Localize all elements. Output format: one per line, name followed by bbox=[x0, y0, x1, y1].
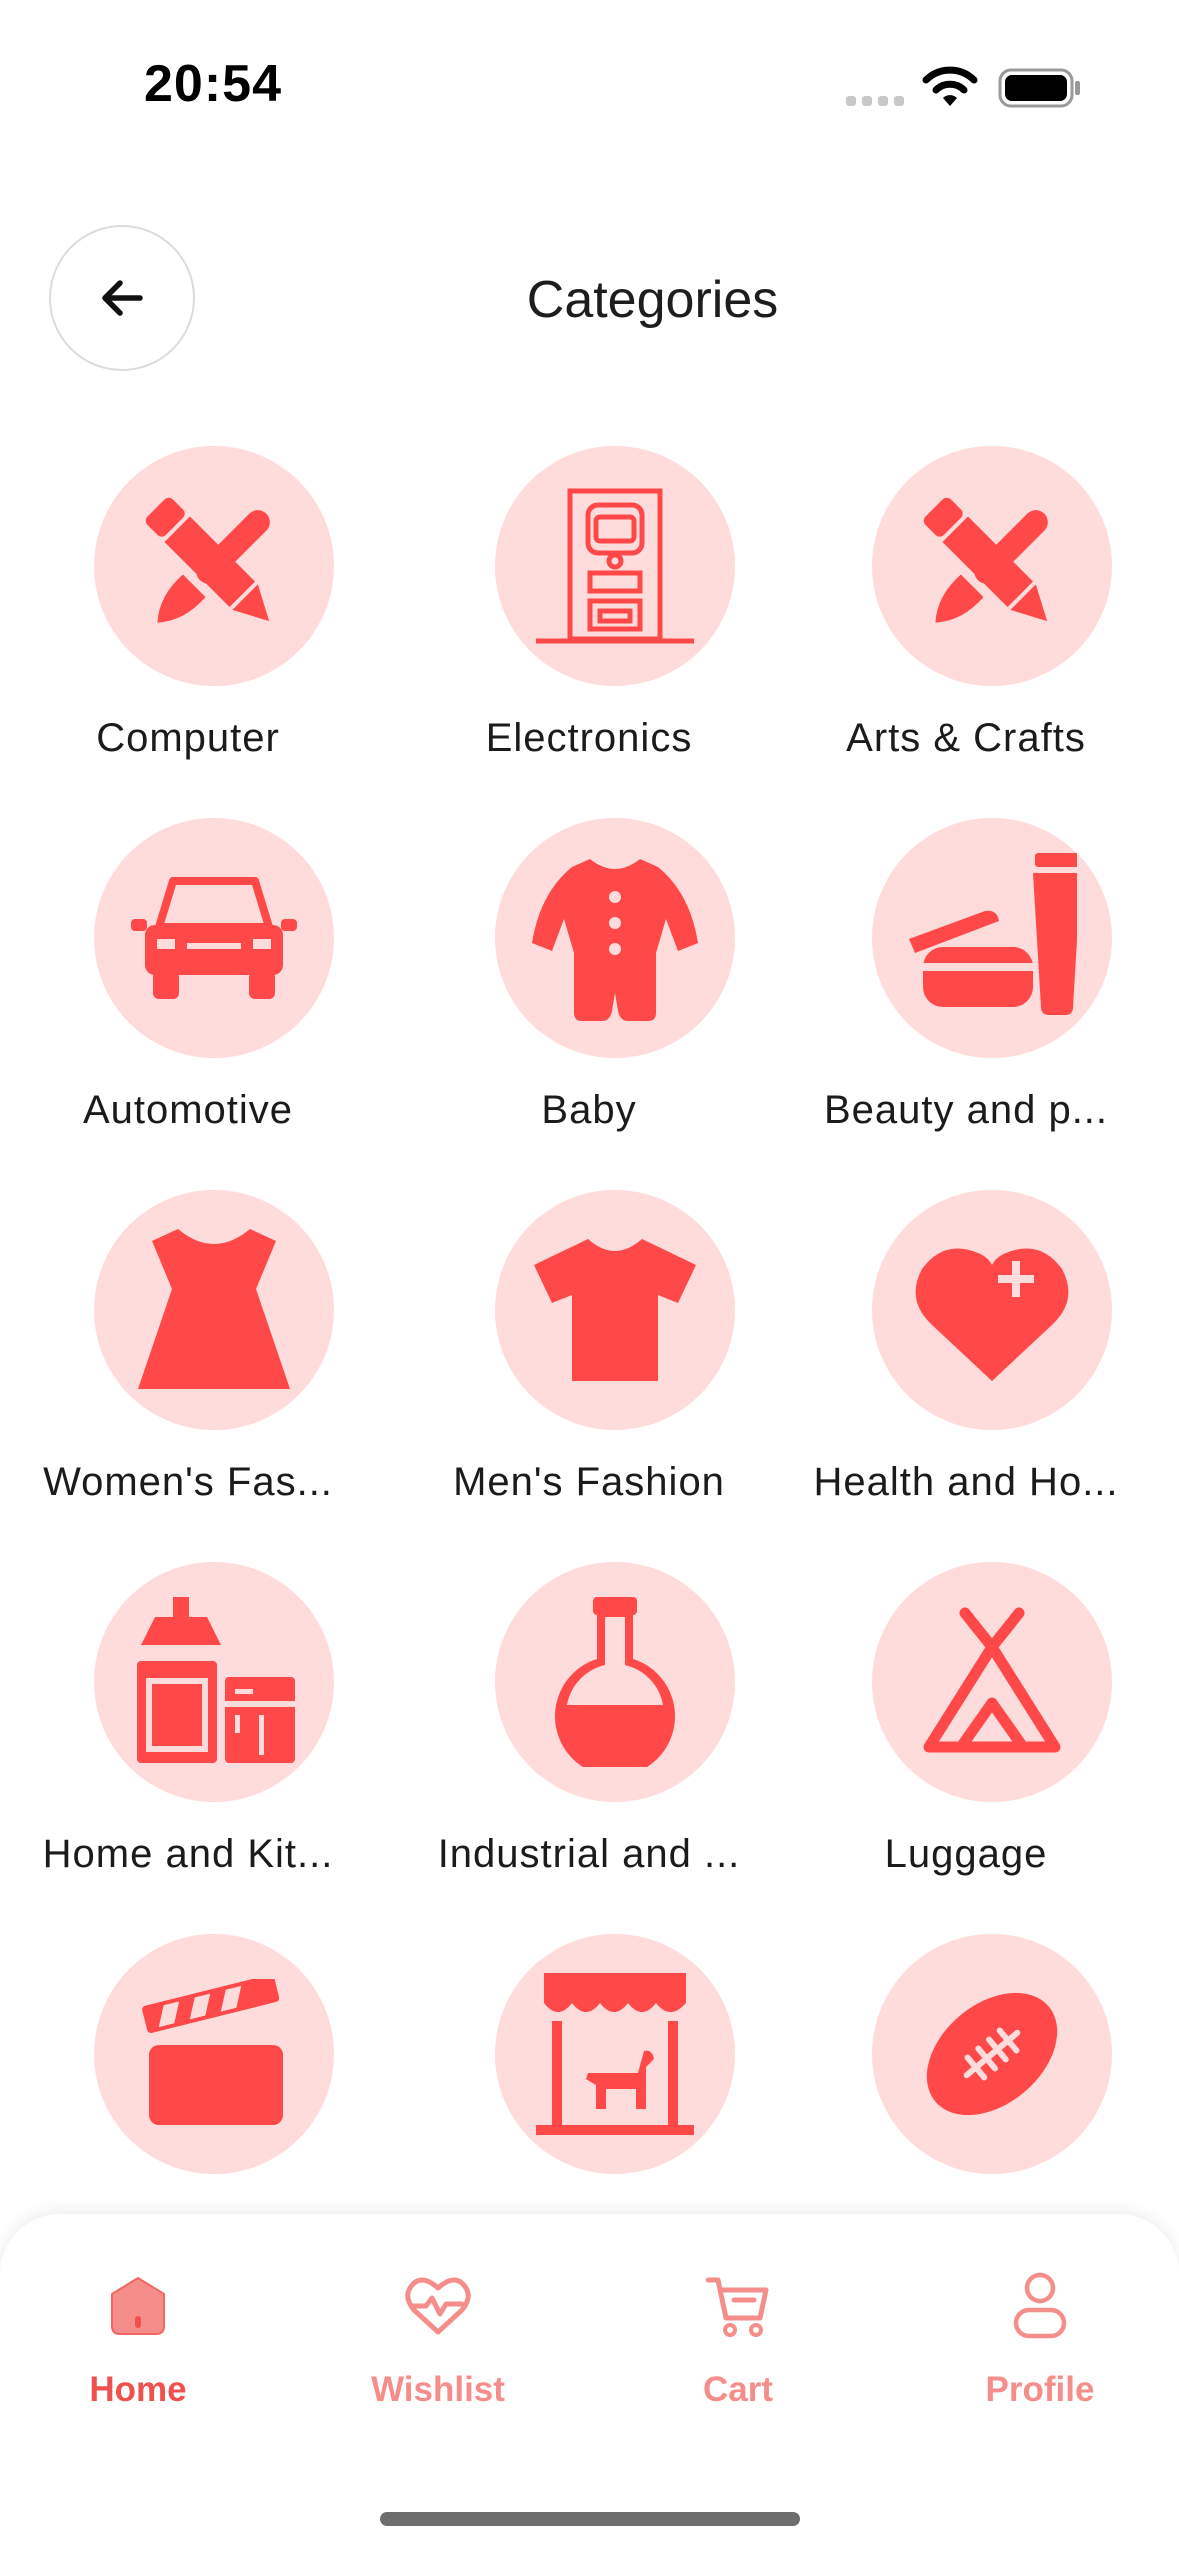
category-label: Health and Ho... bbox=[813, 1460, 1119, 1504]
category-icon-circle bbox=[94, 1934, 334, 2174]
category-sports[interactable] bbox=[778, 1934, 1154, 2216]
nav-label: Home bbox=[89, 2370, 187, 2409]
dress-icon bbox=[138, 1229, 290, 1389]
category-icon-circle bbox=[94, 1562, 334, 1802]
category-movies[interactable] bbox=[0, 1934, 376, 2216]
category-pet-supplies[interactable] bbox=[401, 1934, 777, 2216]
category-computer[interactable]: Computer bbox=[0, 446, 376, 818]
category-industrial[interactable]: Industrial and ... bbox=[401, 1562, 777, 1934]
category-beauty[interactable]: Beauty and p... bbox=[778, 818, 1154, 1190]
category-icon-circle bbox=[495, 1934, 735, 2174]
football-icon bbox=[926, 1992, 1058, 2116]
category-icon-circle bbox=[495, 1190, 735, 1430]
category-icon-circle bbox=[872, 1190, 1112, 1430]
baby-onesie-icon bbox=[532, 859, 698, 1021]
category-icon-circle bbox=[872, 818, 1112, 1058]
nav-wishlist[interactable]: Wishlist bbox=[318, 2266, 558, 2436]
category-label: Baby bbox=[541, 1088, 637, 1132]
nav-home[interactable]: Home bbox=[18, 2266, 258, 2436]
category-luggage[interactable]: Luggage bbox=[778, 1562, 1154, 1934]
home-indicator bbox=[380, 2512, 800, 2526]
tent-icon bbox=[923, 1607, 1061, 1753]
status-time: 20:54 bbox=[144, 55, 282, 113]
user-icon bbox=[1013, 2272, 1067, 2339]
category-icon-circle bbox=[872, 1934, 1112, 2174]
category-label: Women's Fas... bbox=[43, 1460, 333, 1504]
category-label: Home and Kit... bbox=[42, 1832, 334, 1876]
kitchen-icon bbox=[137, 1597, 295, 1763]
category-icon-circle bbox=[94, 446, 334, 686]
heart-pulse-icon bbox=[405, 2277, 471, 2335]
category-label: Electronics bbox=[485, 716, 693, 760]
category-baby[interactable]: Baby bbox=[401, 818, 777, 1190]
cart-icon bbox=[706, 2277, 769, 2337]
nav-label: Wishlist bbox=[371, 2370, 505, 2409]
pet-store-icon bbox=[536, 1973, 694, 2135]
nav-label: Profile bbox=[985, 2370, 1095, 2409]
category-automotive[interactable]: Automotive bbox=[0, 818, 376, 1190]
category-grid: Computer Electronics Arts & Crafts Autom… bbox=[0, 446, 1179, 2216]
wifi-icon bbox=[922, 66, 978, 106]
heart-plus-icon bbox=[915, 1248, 1069, 1381]
category-home-kitchen[interactable]: Home and Kit... bbox=[0, 1562, 376, 1934]
category-icon-circle bbox=[495, 446, 735, 686]
category-label: Automotive bbox=[82, 1088, 294, 1132]
category-label: Arts & Crafts bbox=[846, 716, 1086, 760]
cellular-signal-icon bbox=[846, 96, 904, 106]
nav-label: Cart bbox=[702, 2370, 774, 2409]
cosmetics-icon bbox=[909, 853, 1077, 1015]
category-icon-circle bbox=[495, 818, 735, 1058]
category-womens-fashion[interactable]: Women's Fas... bbox=[0, 1190, 376, 1562]
atm-kiosk-icon bbox=[536, 488, 694, 644]
category-icon-circle bbox=[495, 1562, 735, 1802]
category-icon-circle bbox=[94, 818, 334, 1058]
category-label: Computer bbox=[96, 716, 280, 760]
nav-cart[interactable]: Cart bbox=[618, 2266, 858, 2436]
category-mens-fashion[interactable]: Men's Fashion bbox=[401, 1190, 777, 1562]
flask-icon bbox=[555, 1597, 675, 1767]
category-label: Men's Fashion bbox=[453, 1460, 725, 1504]
category-icon-circle bbox=[94, 1190, 334, 1430]
pencil-brush-icon bbox=[145, 497, 270, 623]
category-electronics[interactable]: Electronics bbox=[401, 446, 777, 818]
category-icon-circle bbox=[872, 446, 1112, 686]
status-bar: 20:54 bbox=[0, 0, 1179, 175]
tshirt-icon bbox=[534, 1239, 696, 1381]
page-title: Categories bbox=[526, 271, 779, 329]
category-icon-circle bbox=[872, 1562, 1112, 1802]
pencil-brush-icon bbox=[923, 497, 1048, 623]
category-health[interactable]: Health and Ho... bbox=[778, 1190, 1154, 1562]
bottom-nav: Home Wishlist Cart Profile bbox=[0, 2214, 1179, 2556]
category-arts-crafts[interactable]: Arts & Crafts bbox=[778, 446, 1154, 818]
battery-icon bbox=[998, 68, 1080, 108]
category-label: Industrial and ... bbox=[437, 1832, 741, 1876]
category-label: Luggage bbox=[884, 1832, 1048, 1876]
nav-profile[interactable]: Profile bbox=[920, 2266, 1160, 2436]
clapperboard-icon bbox=[142, 1979, 283, 2125]
category-label: Beauty and p... bbox=[823, 1088, 1109, 1132]
car-icon bbox=[131, 877, 297, 999]
home-icon bbox=[111, 2277, 165, 2335]
